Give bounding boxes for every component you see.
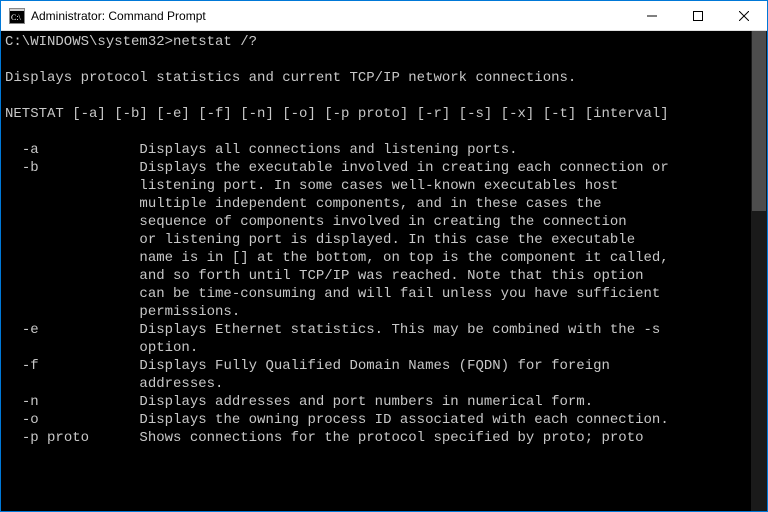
terminal-area: C:\WINDOWS\system32>netstat /? Displays … — [1, 31, 767, 511]
terminal-output[interactable]: C:\WINDOWS\system32>netstat /? Displays … — [1, 31, 751, 511]
window-title: Administrator: Command Prompt — [31, 9, 629, 23]
titlebar[interactable]: C:\ Administrator: Command Prompt — [1, 1, 767, 31]
cmd-icon: C:\ — [9, 8, 25, 24]
scrollbar-thumb[interactable] — [752, 31, 766, 211]
window-controls — [629, 1, 767, 30]
scrollbar[interactable] — [751, 31, 767, 511]
minimize-button[interactable] — [629, 1, 675, 30]
svg-text:C:\: C:\ — [11, 13, 22, 22]
close-button[interactable] — [721, 1, 767, 30]
maximize-button[interactable] — [675, 1, 721, 30]
